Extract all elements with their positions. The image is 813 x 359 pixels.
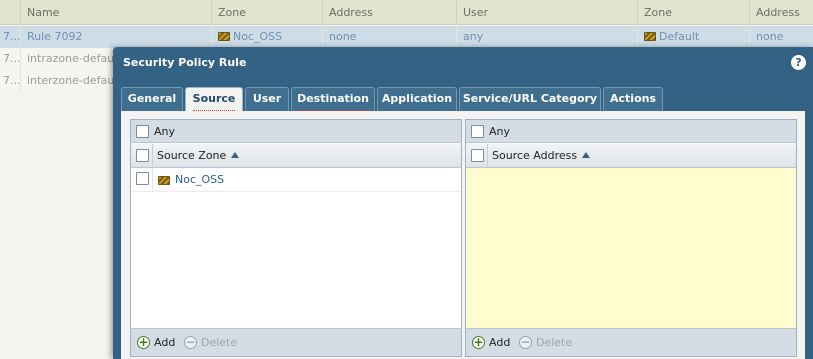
row-number: 7... xyxy=(3,74,20,87)
source-address-column-title[interactable]: Source Address xyxy=(492,144,591,168)
column-header-destination-address[interactable]: Address xyxy=(749,0,813,25)
policy-table-header: Name Zone Address User Zone Address xyxy=(0,0,813,25)
column-header-user[interactable]: User xyxy=(456,0,637,25)
zone-icon xyxy=(644,32,656,41)
delete-address-button[interactable]: − Delete xyxy=(519,335,573,351)
source-address-list[interactable] xyxy=(466,168,796,329)
source-address-cell: none xyxy=(322,26,456,48)
column-header-source-zone[interactable]: Zone xyxy=(211,0,322,25)
zone-item-checkbox[interactable] xyxy=(136,172,149,185)
any-address-label: Any xyxy=(489,125,511,138)
tab-application[interactable]: Application xyxy=(377,87,457,111)
table-row[interactable]: 7... Rule 7092 Noc_OSS none any Default … xyxy=(0,26,813,48)
source-zone-column-title[interactable]: Source Zone xyxy=(157,144,240,168)
source-address-panel: Any Source Address + Add − Delete xyxy=(465,119,797,357)
column-header-destination-zone[interactable]: Zone xyxy=(637,0,749,25)
select-all-addresses-checkbox[interactable] xyxy=(471,149,484,162)
any-address-row: Any xyxy=(466,120,796,143)
sort-ascending-icon[interactable] xyxy=(231,152,240,158)
rule-name: interzone-default xyxy=(20,70,113,92)
source-zone-cell: Noc_OSS xyxy=(211,26,322,48)
source-zone-column-header[interactable]: Source Zone xyxy=(131,144,461,168)
dialog-title: Security Policy Rule xyxy=(123,56,247,69)
any-zone-label: Any xyxy=(154,125,176,138)
zone-item-link[interactable]: Noc_OSS xyxy=(175,168,224,192)
add-icon: + xyxy=(137,335,150,349)
add-address-button[interactable]: + Add xyxy=(472,335,512,351)
tab-destination[interactable]: Destination xyxy=(291,87,375,111)
source-zone-footer: + Add − Delete xyxy=(131,328,461,356)
delete-zone-button[interactable]: − Delete xyxy=(184,335,238,351)
source-zone-panel: Any Source Zone Noc_OSS + Add − Delete xyxy=(130,119,462,357)
sort-ascending-icon[interactable] xyxy=(582,152,591,158)
tab-general[interactable]: General xyxy=(121,87,183,111)
any-zone-row: Any xyxy=(131,120,461,143)
source-address-footer: + Add − Delete xyxy=(466,328,796,356)
tab-user[interactable]: User xyxy=(245,87,289,111)
help-icon[interactable]: ? xyxy=(791,55,806,70)
row-number: 7... xyxy=(3,52,20,65)
zone-icon xyxy=(218,32,230,41)
list-item[interactable]: Noc_OSS xyxy=(131,168,460,192)
delete-icon: − xyxy=(184,335,197,349)
security-policy-rule-dialog: Security Policy Rule ? General Source Us… xyxy=(113,47,813,359)
row-number: 7... xyxy=(3,30,20,43)
rule-name: Rule 7092 xyxy=(20,26,211,48)
source-zone-list: Noc_OSS xyxy=(131,168,461,329)
any-zone-checkbox[interactable] xyxy=(136,125,149,138)
source-tab-content: Any Source Zone Noc_OSS + Add − Delete A… xyxy=(121,111,805,359)
source-address-column-header[interactable]: Source Address xyxy=(466,144,796,168)
rule-name: intrazone-default xyxy=(20,48,113,70)
zone-icon xyxy=(158,176,170,185)
destination-address-cell: none xyxy=(749,26,813,48)
any-address-checkbox[interactable] xyxy=(471,125,484,138)
tab-source[interactable]: Source xyxy=(185,87,243,112)
tab-service-url-category[interactable]: Service/URL Category xyxy=(459,87,601,111)
column-header-source-address[interactable]: Address xyxy=(322,0,456,25)
delete-icon: − xyxy=(519,335,532,349)
tab-actions[interactable]: Actions xyxy=(603,87,663,111)
destination-zone-cell: Default xyxy=(637,26,749,48)
select-all-zones-checkbox[interactable] xyxy=(136,149,149,162)
user-cell: any xyxy=(456,26,637,48)
column-header-name[interactable]: Name xyxy=(20,0,211,25)
add-zone-button[interactable]: + Add xyxy=(137,335,177,351)
add-icon: + xyxy=(472,335,485,349)
